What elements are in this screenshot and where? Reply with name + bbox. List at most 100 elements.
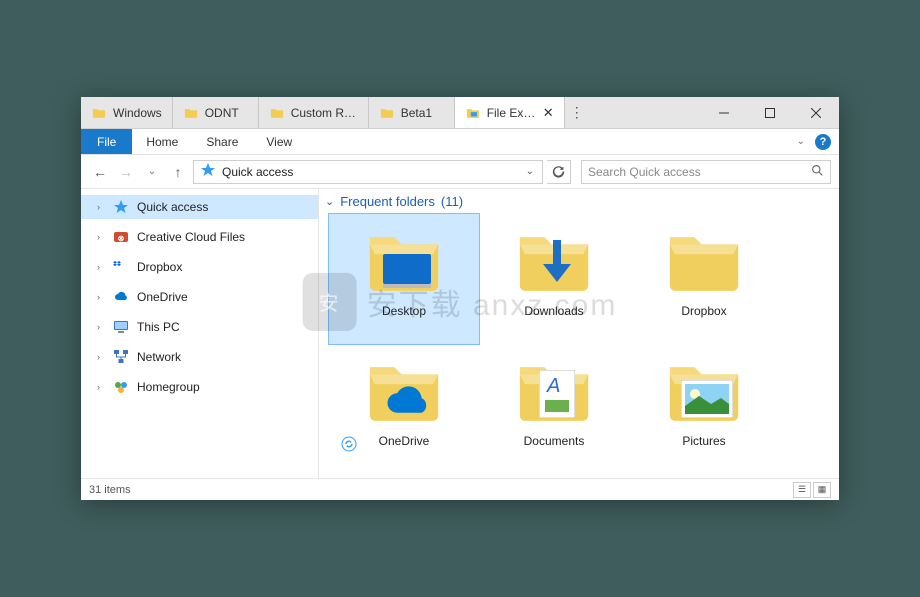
- sidebar-item[interactable]: › This PC: [81, 315, 318, 339]
- maximize-button[interactable]: [747, 97, 793, 128]
- window-tab[interactable]: File Expl... ✕: [455, 97, 565, 128]
- ribbon-tab[interactable]: View: [252, 129, 306, 154]
- new-tab-button[interactable]: ⋮: [565, 97, 589, 128]
- item-count: 31 items: [89, 484, 131, 496]
- back-button[interactable]: ←: [89, 161, 111, 183]
- nav-pane: › Quick access› ⊗ Creative Cloud Files› …: [81, 189, 319, 478]
- sidebar-item[interactable]: › Network: [81, 345, 318, 369]
- expand-caret-icon[interactable]: ›: [97, 322, 105, 332]
- sidebar-item-label: Dropbox: [137, 260, 182, 274]
- explorer-icon: [465, 106, 481, 120]
- ribbon-tab[interactable]: Home: [132, 129, 192, 154]
- sidebar-item-label: This PC: [137, 320, 180, 334]
- folder-tile[interactable]: Downloads: [479, 214, 629, 344]
- folder-tile[interactable]: Pictures: [629, 344, 779, 474]
- section-header[interactable]: ⌄ Frequent folders (11): [319, 189, 839, 210]
- help-icon[interactable]: ?: [815, 134, 831, 150]
- folder-icon: [515, 220, 593, 298]
- search-box[interactable]: Search Quick access: [581, 160, 831, 184]
- window-tab[interactable]: Custom RT...: [259, 97, 369, 128]
- svg-text:⊗: ⊗: [118, 234, 125, 243]
- sidebar-item-label: Network: [137, 350, 181, 364]
- sidebar-item[interactable]: › OneDrive: [81, 285, 318, 309]
- minimize-button[interactable]: [701, 97, 747, 128]
- ribbon-collapse-icon[interactable]: ⌄: [797, 136, 805, 147]
- tile-label: Documents: [524, 434, 585, 448]
- search-placeholder: Search Quick access: [588, 165, 701, 179]
- ribbon: File HomeShareView ⌄ ?: [81, 129, 839, 155]
- tab-close-icon[interactable]: ✕: [543, 105, 554, 121]
- ribbon-tab[interactable]: Share: [192, 129, 252, 154]
- expand-caret-icon[interactable]: ›: [97, 382, 105, 392]
- expand-caret-icon[interactable]: ›: [97, 232, 105, 242]
- address-bar[interactable]: Quick access ⌄: [193, 160, 543, 184]
- tile-label: Pictures: [682, 434, 725, 448]
- content-pane: ⌄ Frequent folders (11) Desktop Download…: [319, 189, 839, 478]
- dropbox-icon: [113, 259, 129, 275]
- explorer-window: Windows ODNT Custom RT... Beta1 File Exp…: [81, 97, 839, 500]
- folder-grid: Desktop Downloads Dropbox OneDrive A: [319, 210, 839, 478]
- star-icon: [200, 162, 216, 181]
- forward-button[interactable]: →: [115, 161, 137, 183]
- status-bar: 31 items ☰ ▦: [81, 478, 839, 500]
- recent-locations-button[interactable]: ⌄: [141, 161, 163, 183]
- folder-icon: [365, 220, 443, 298]
- folder-icon: [665, 220, 743, 298]
- network-icon: [113, 349, 129, 365]
- sync-icon: [341, 436, 357, 452]
- folder-icon: A: [515, 350, 593, 428]
- pc-icon: [113, 319, 129, 335]
- sidebar-item-label: Homegroup: [137, 380, 200, 394]
- titlebar: Windows ODNT Custom RT... Beta1 File Exp…: [81, 97, 839, 129]
- folder-icon: [365, 350, 443, 428]
- section-count: (11): [441, 194, 463, 209]
- homegroup-icon: [113, 379, 129, 395]
- window-controls: [701, 97, 839, 128]
- address-crumb[interactable]: Quick access: [222, 165, 293, 179]
- address-dropdown-icon[interactable]: ⌄: [522, 166, 538, 177]
- file-tab[interactable]: File: [81, 129, 132, 154]
- window-tab[interactable]: Windows: [81, 97, 173, 128]
- folder-icon: [379, 106, 395, 120]
- folder-icon: [665, 350, 743, 428]
- nav-bar: ← → ⌄ ↑ Quick access ⌄ Search Quick acce…: [81, 155, 839, 189]
- refresh-button[interactable]: [547, 160, 571, 184]
- sidebar-item-label: Quick access: [137, 200, 208, 214]
- close-button[interactable]: [793, 97, 839, 128]
- sidebar-item[interactable]: › Dropbox: [81, 255, 318, 279]
- sidebar-item[interactable]: › Homegroup: [81, 375, 318, 399]
- folder-icon: [269, 106, 285, 120]
- search-icon: [811, 164, 824, 180]
- cc-icon: ⊗: [113, 229, 129, 245]
- folder-icon: [91, 106, 107, 120]
- folder-tile[interactable]: Desktop: [329, 214, 479, 344]
- expand-caret-icon[interactable]: ›: [97, 292, 105, 302]
- tab-label: ODNT: [205, 106, 239, 120]
- window-tab[interactable]: Beta1: [369, 97, 455, 128]
- details-view-button[interactable]: ☰: [793, 482, 811, 498]
- tab-label: Windows: [113, 106, 162, 120]
- window-tab[interactable]: ODNT: [173, 97, 259, 128]
- star-icon: [113, 199, 129, 215]
- chevron-down-icon: ⌄: [325, 195, 334, 208]
- folder-tile[interactable]: Dropbox: [629, 214, 779, 344]
- sidebar-item[interactable]: › ⊗ Creative Cloud Files: [81, 225, 318, 249]
- window-tabs: Windows ODNT Custom RT... Beta1 File Exp…: [81, 97, 565, 128]
- tab-label: Custom RT...: [291, 106, 358, 120]
- tile-label: OneDrive: [379, 434, 430, 448]
- expand-caret-icon[interactable]: ›: [97, 202, 105, 212]
- tab-label: Beta1: [401, 106, 432, 120]
- tile-label: Dropbox: [681, 304, 726, 318]
- sidebar-item-label: Creative Cloud Files: [137, 230, 245, 244]
- expand-caret-icon[interactable]: ›: [97, 262, 105, 272]
- folder-tile[interactable]: OneDrive: [329, 344, 479, 474]
- sidebar-item[interactable]: › Quick access: [81, 195, 318, 219]
- up-button[interactable]: ↑: [167, 161, 189, 183]
- body: › Quick access› ⊗ Creative Cloud Files› …: [81, 189, 839, 478]
- svg-text:A: A: [546, 375, 560, 397]
- folder-icon: [183, 106, 199, 120]
- icons-view-button[interactable]: ▦: [813, 482, 831, 498]
- folder-tile[interactable]: A Documents: [479, 344, 629, 474]
- tile-label: Desktop: [382, 304, 426, 318]
- expand-caret-icon[interactable]: ›: [97, 352, 105, 362]
